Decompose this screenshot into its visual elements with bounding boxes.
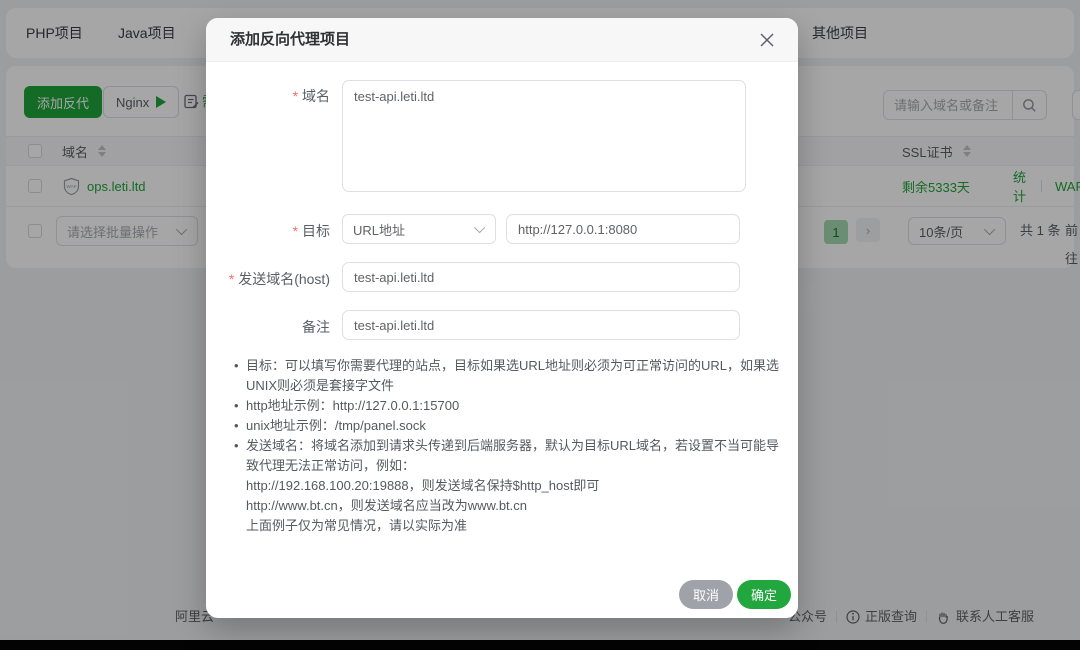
target-field-label: 目标 (210, 221, 330, 241)
target-url-input[interactable] (506, 214, 740, 244)
help-item-line: http://www.bt.cn，则发送域名应当改为www.bt.cn (232, 496, 784, 516)
help-text-list: 目标：可以填写你需要代理的站点，目标如果选URL地址则必须为可正常访问的URL，… (232, 356, 784, 536)
screen: PHP项目 Java项目 其他项目 添加反代 Nginx 需 域名 (0, 0, 1080, 650)
remark-input[interactable] (342, 310, 740, 340)
domain-textarea[interactable]: test-api.leti.ltd (342, 80, 746, 192)
domain-field-label: 域名 (210, 86, 330, 106)
help-item: http地址示例：http://127.0.0.1:15700 (232, 396, 784, 416)
send-host-input[interactable] (342, 262, 740, 292)
dialog-header: 添加反向代理项目 (206, 18, 798, 62)
dialog-title: 添加反向代理项目 (230, 18, 350, 62)
confirm-button[interactable]: 确定 (737, 580, 791, 609)
add-reverse-proxy-dialog: 添加反向代理项目 域名 test-api.leti.ltd 目标 URL地址 发… (206, 18, 798, 618)
close-icon[interactable] (758, 31, 776, 49)
chevron-down-icon (474, 222, 485, 233)
host-field-label: 发送域名(host) (210, 269, 330, 289)
target-type-select[interactable]: URL地址 (342, 214, 496, 244)
help-item: 发送域名：将域名添加到请求头传递到后端服务器，默认为目标URL域名，若设置不当可… (232, 436, 784, 476)
help-item: unix地址示例：/tmp/panel.sock (232, 416, 784, 436)
help-item: 目标：可以填写你需要代理的站点，目标如果选URL地址则必须为可正常访问的URL，… (232, 356, 784, 396)
help-item-line: 上面例子仅为常见情况，请以实际为准 (232, 516, 784, 536)
help-item-line: http://192.168.100.20:19888，则发送域名保持$http… (232, 476, 784, 496)
remark-field-label: 备注 (210, 317, 330, 337)
target-type-value: URL地址 (353, 220, 405, 239)
cancel-button[interactable]: 取消 (679, 580, 733, 609)
